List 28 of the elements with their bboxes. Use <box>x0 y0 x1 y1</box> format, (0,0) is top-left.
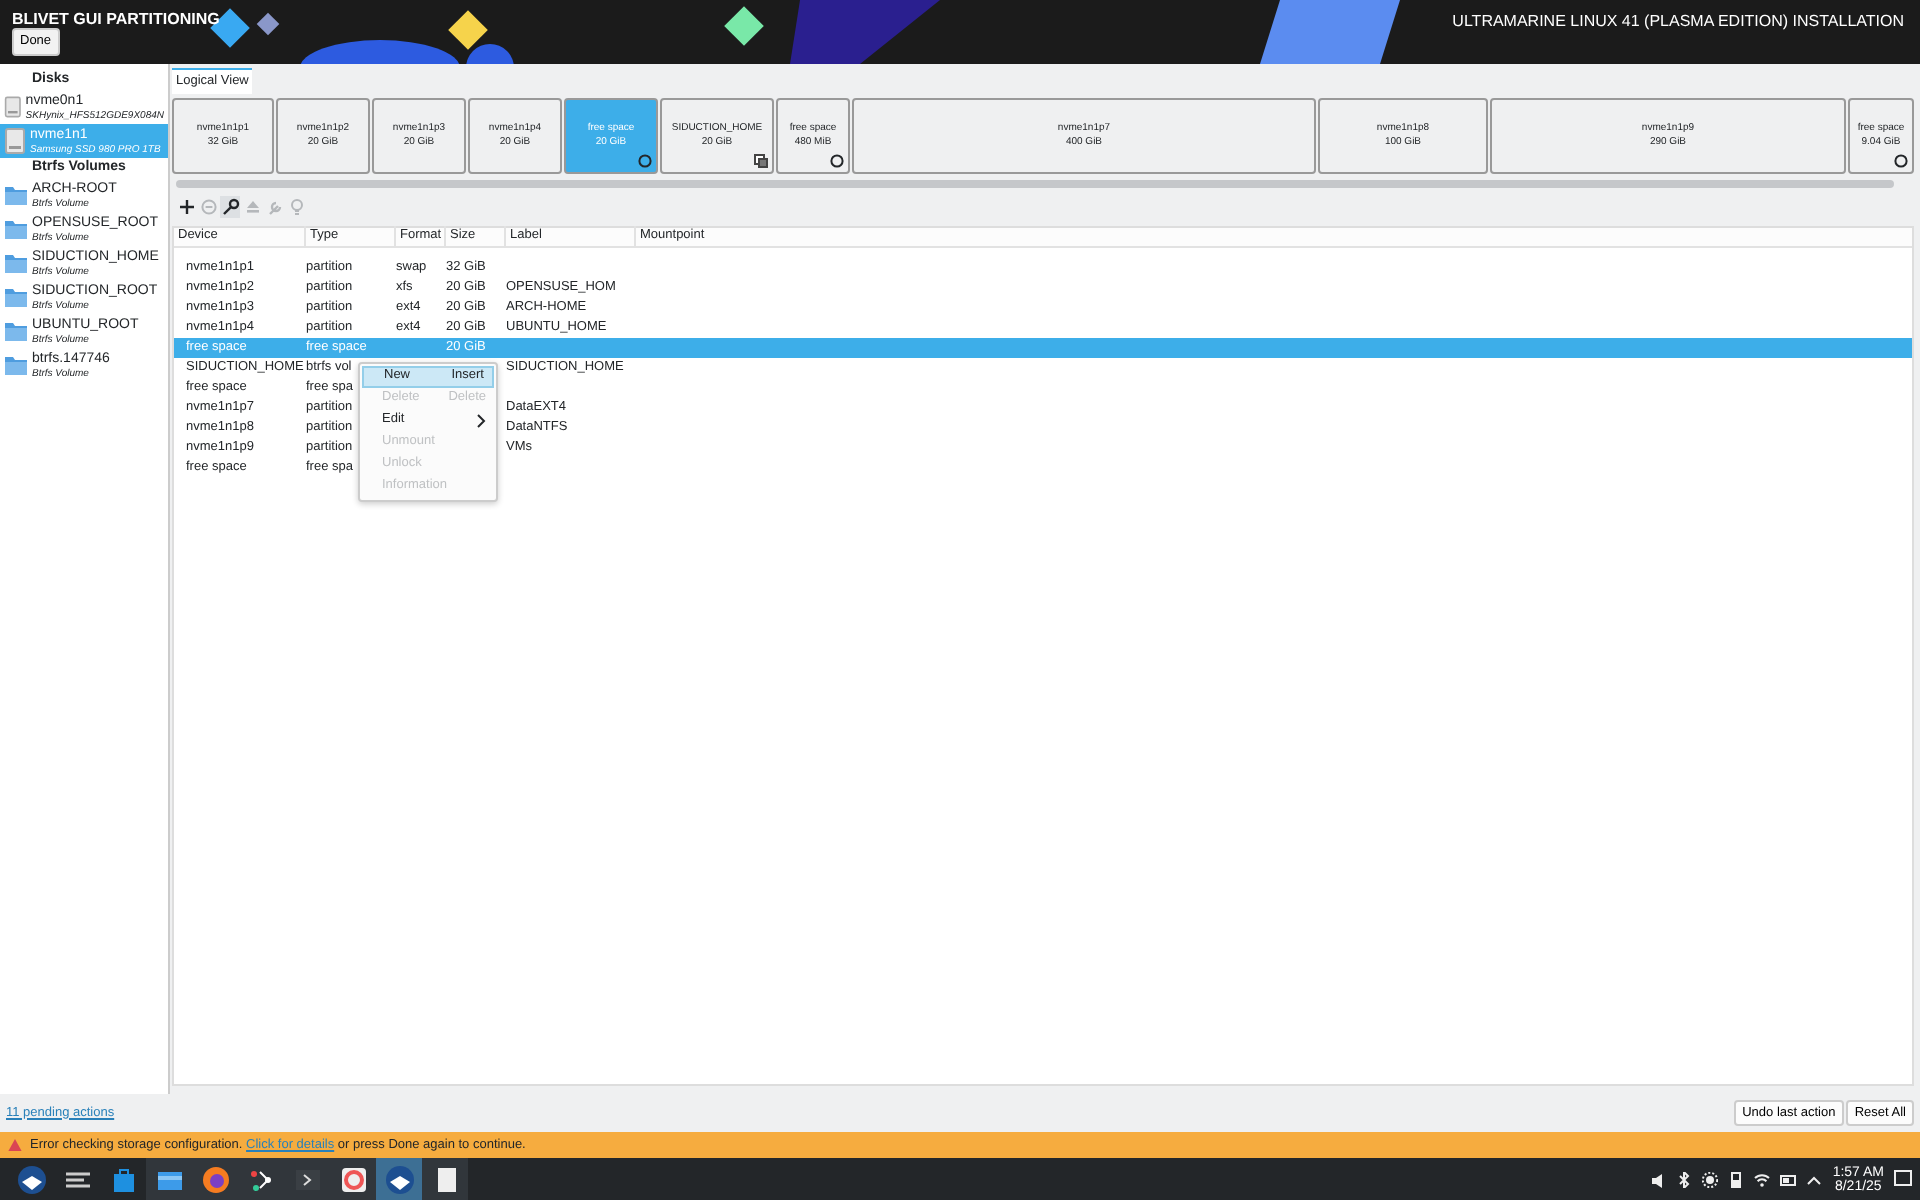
add-icon[interactable] <box>177 198 195 217</box>
desktop-icon[interactable] <box>1894 1170 1912 1188</box>
battery-icon[interactable] <box>1780 1171 1797 1187</box>
folder-icon <box>4 184 28 206</box>
circle-icon <box>830 153 844 168</box>
folder-icon <box>4 286 28 308</box>
bluetooth-icon[interactable] <box>1676 1171 1693 1187</box>
stack-icon <box>754 153 768 168</box>
wifi-icon[interactable] <box>1754 1171 1771 1187</box>
circle-icon <box>1894 153 1908 168</box>
folder-icon <box>4 252 28 274</box>
warning-icon <box>8 1138 22 1152</box>
folder-icon <box>4 218 28 240</box>
circle-icon <box>638 153 652 168</box>
folder-icon <box>4 320 28 342</box>
usb-drive-icon[interactable] <box>1728 1171 1745 1187</box>
key-icon[interactable] <box>221 198 239 217</box>
scrollbar[interactable] <box>176 179 1894 188</box>
installer-icon[interactable] <box>383 1163 415 1195</box>
folder-icon <box>4 354 28 376</box>
caret-up-icon[interactable] <box>1806 1171 1823 1187</box>
launcher-icon[interactable] <box>15 1163 47 1195</box>
color-wheel-icon[interactable] <box>337 1163 369 1195</box>
browser-icon[interactable] <box>199 1163 231 1195</box>
page-title: BLIVET GUI PARTITIONING <box>12 8 220 32</box>
volume-icon[interactable] <box>1650 1171 1667 1187</box>
installer-title: ULTRAMARINE LINUX 41 (PLASMA EDITION) INSTALLATION <box>1452 10 1904 34</box>
brightness-icon[interactable] <box>1702 1171 1719 1187</box>
